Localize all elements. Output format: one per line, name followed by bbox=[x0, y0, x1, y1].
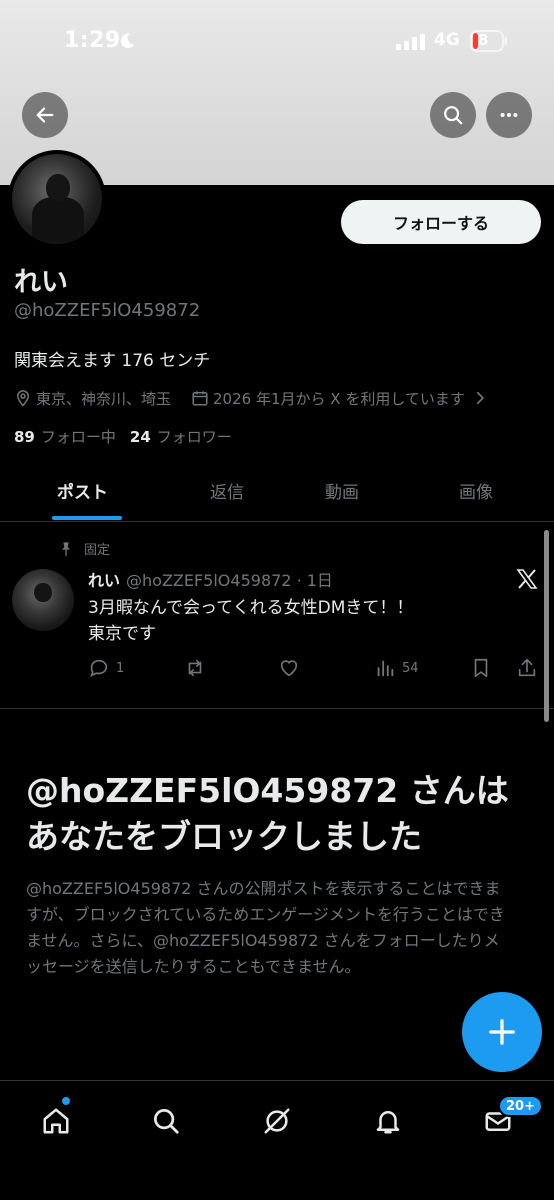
followers-label: フォロワー bbox=[156, 428, 232, 446]
network-type: 4G bbox=[434, 30, 460, 50]
reply-icon bbox=[90, 659, 108, 677]
post-actions: 1 54 bbox=[88, 657, 540, 683]
search-icon bbox=[154, 1109, 179, 1134]
profile-handle: @hoZZEF5lO459872 bbox=[14, 300, 201, 321]
scrollbar[interactable] bbox=[544, 530, 549, 722]
battery-level: 8 bbox=[478, 31, 489, 49]
chevron-right-icon[interactable] bbox=[471, 389, 489, 407]
follow-counts: 89 フォロー中 24 フォロワー bbox=[14, 426, 246, 447]
profile-joined: 2026 年1月から X を利用しています bbox=[213, 389, 465, 408]
followers-link[interactable]: 24 フォロワー bbox=[130, 426, 232, 447]
nav-notifications[interactable] bbox=[368, 1101, 408, 1141]
tab-videos[interactable]: 動画 bbox=[325, 478, 359, 503]
active-tab-indicator bbox=[52, 516, 122, 520]
plus-icon bbox=[489, 1019, 515, 1045]
search-icon bbox=[444, 106, 463, 125]
post-avatar[interactable] bbox=[12, 569, 74, 631]
repost-icon bbox=[188, 659, 202, 677]
post-author-handle: @hoZZEF5lO459872 · 1日 bbox=[126, 571, 333, 590]
follow-button[interactable]: フォローする bbox=[341, 200, 541, 244]
bell-icon bbox=[376, 1111, 400, 1134]
back-button[interactable] bbox=[22, 92, 68, 138]
status-time: 1:29 bbox=[64, 28, 121, 53]
profile-meta: 東京、神奈川、埼玉 2026 年1月から X を利用しています bbox=[14, 386, 493, 410]
nav-search[interactable] bbox=[146, 1101, 186, 1141]
views-button[interactable]: 54 bbox=[374, 657, 419, 679]
tab-posts[interactable]: ポスト bbox=[57, 478, 108, 503]
profile-tabs: ポスト 返信 動画 画像 bbox=[0, 462, 554, 522]
like-icon bbox=[280, 660, 298, 677]
share-button[interactable] bbox=[516, 657, 538, 679]
signal-icon bbox=[396, 34, 425, 50]
grok-icon bbox=[264, 1108, 290, 1134]
more-button[interactable] bbox=[486, 92, 532, 138]
profile-location: 東京、神奈川、埼玉 bbox=[36, 389, 172, 408]
pinned-label-row: 固定 bbox=[58, 539, 110, 558]
profile-bio: 関東会えます 176 センチ bbox=[14, 351, 211, 371]
x-logo-icon bbox=[516, 569, 538, 589]
battery-icon bbox=[470, 30, 507, 52]
views-icon bbox=[377, 660, 394, 677]
reply-button[interactable]: 1 bbox=[88, 657, 124, 679]
bookmark-icon bbox=[474, 658, 488, 678]
post-text-line: 3月暇なんで会ってくれる女性DMきて！！ bbox=[88, 598, 414, 618]
pinned-label: 固定 bbox=[84, 543, 111, 558]
post-author-name[interactable]: れい bbox=[88, 571, 120, 590]
compose-button[interactable] bbox=[462, 992, 542, 1072]
bookmark-button[interactable] bbox=[470, 657, 492, 679]
post-text-line: 東京です bbox=[88, 624, 156, 644]
status-bar: 1:29 4G 8 bbox=[0, 26, 554, 62]
reply-count: 1 bbox=[116, 660, 125, 676]
share-icon bbox=[518, 658, 536, 677]
calendar-icon bbox=[192, 391, 208, 406]
search-button[interactable] bbox=[430, 92, 476, 138]
post-header: れい @hoZZEF5lO459872 · 1日 bbox=[88, 567, 333, 591]
following-label: フォロー中 bbox=[40, 428, 116, 446]
pin-icon bbox=[62, 541, 70, 556]
blocked-title: @hoZZEF5lO459872 さんはあなたをブロックしました bbox=[26, 771, 509, 856]
tab-media[interactable]: 画像 bbox=[459, 478, 493, 503]
view-count: 54 bbox=[402, 660, 419, 676]
nav-home[interactable] bbox=[36, 1101, 76, 1141]
following-count: 89 bbox=[14, 428, 35, 446]
home-notification-dot bbox=[62, 1097, 70, 1105]
nav-grok[interactable] bbox=[257, 1101, 297, 1141]
bottom-nav: 20+ bbox=[0, 1080, 554, 1200]
blocked-description: @hoZZEF5lO459872 さんの公開ポストを表示することはできますが、ブ… bbox=[26, 879, 505, 976]
post-text: 3月暇なんで会ってくれる女性DMきて！！ 東京です bbox=[88, 595, 413, 647]
tab-replies[interactable]: 返信 bbox=[210, 478, 244, 503]
display-name: れい bbox=[14, 267, 68, 298]
profile-avatar[interactable] bbox=[8, 150, 106, 248]
messages-badge: 20+ bbox=[498, 1095, 543, 1117]
repost-button[interactable] bbox=[184, 657, 212, 679]
more-icon bbox=[500, 112, 518, 118]
back-arrow-icon bbox=[36, 107, 54, 123]
moon-icon bbox=[120, 33, 135, 49]
following-link[interactable]: 89 フォロー中 bbox=[14, 426, 116, 447]
like-button[interactable] bbox=[278, 657, 306, 679]
home-icon bbox=[43, 1108, 69, 1134]
pinned-post[interactable]: 固定 れい @hoZZEF5lO459872 · 1日 3月暇なんで会ってくれる女… bbox=[0, 523, 554, 709]
followers-count: 24 bbox=[129, 428, 151, 446]
location-icon bbox=[16, 390, 30, 407]
